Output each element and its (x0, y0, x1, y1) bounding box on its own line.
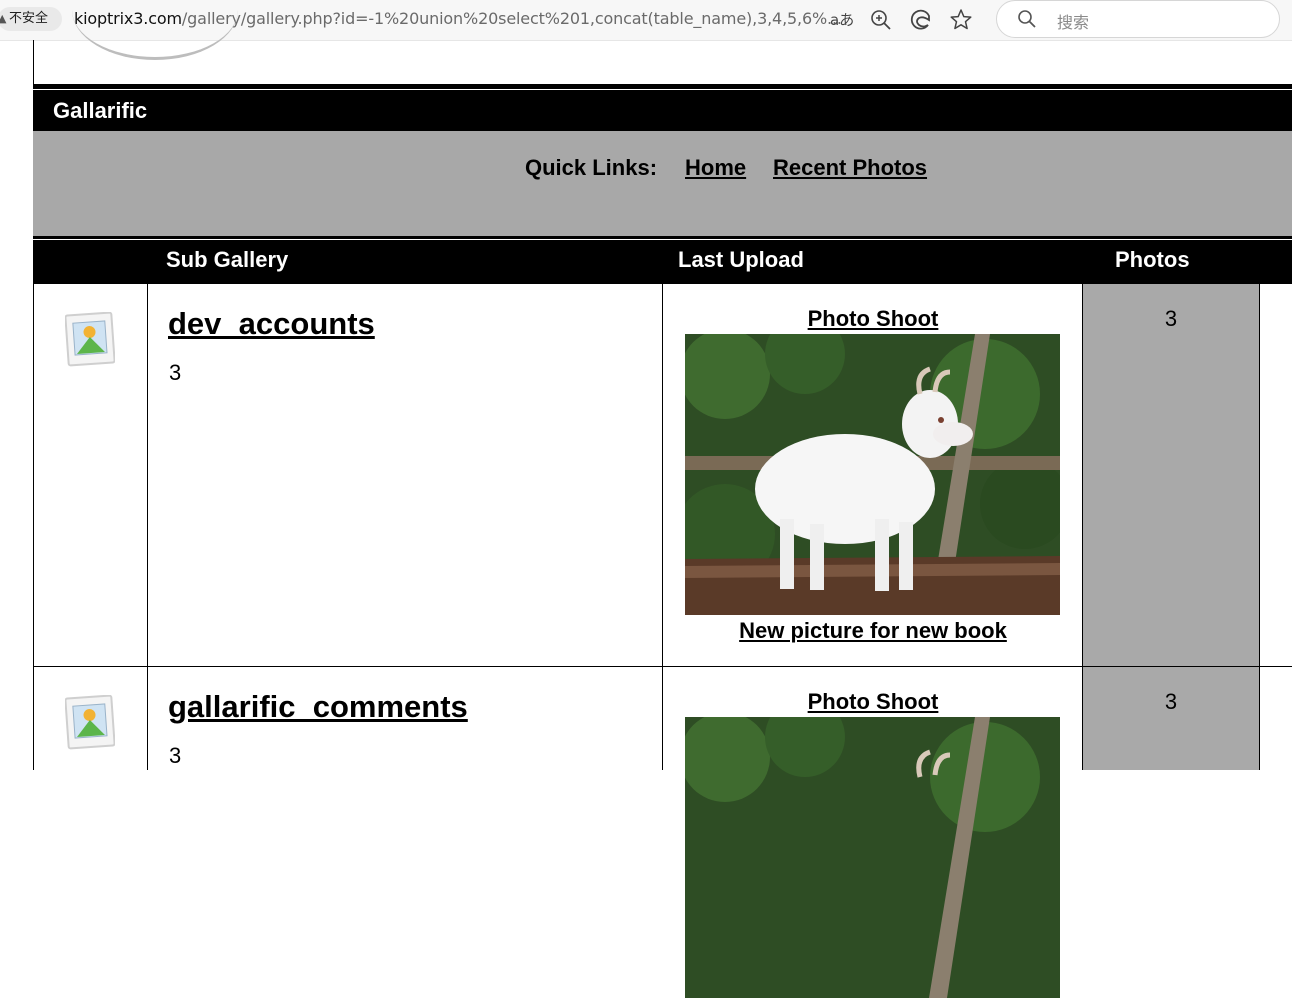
photos-count-cell: 3 (1082, 284, 1260, 666)
table-row: gallarific_comments 3 Photo Shoot 3 (33, 667, 1292, 998)
warning-icon: ▲ (0, 12, 7, 25)
search-box[interactable]: 搜索 (996, 0, 1280, 38)
edge-copilot-icon[interactable] (908, 7, 934, 33)
page-border (33, 40, 34, 84)
site-title: Gallarific (53, 98, 148, 123)
favorite-star-icon[interactable] (948, 7, 974, 33)
recent-photos-link[interactable]: Recent Photos (773, 155, 927, 181)
search-placeholder: 搜索 (1057, 13, 1090, 32)
gallery-name-link[interactable]: dev_accounts (168, 306, 375, 342)
last-upload-cell: Photo Shoot (662, 284, 1083, 666)
table-header: Sub Gallery Last Upload Photos (33, 236, 1292, 284)
table-row: dev_accounts 3 Photo Shoot New picture f… (33, 284, 1292, 667)
goat-photo[interactable] (685, 334, 1060, 615)
security-indicator[interactable]: ▲ 不安全 (0, 7, 62, 31)
zoom-icon[interactable] (868, 7, 894, 33)
gallery-thumbnail-icon[interactable] (65, 312, 115, 368)
read-aloud-icon[interactable]: aあ (827, 7, 853, 33)
photos-count: 3 (1164, 689, 1178, 714)
quick-links-label: Quick Links: (525, 155, 658, 180)
album-link[interactable]: Photo Shoot (663, 689, 1083, 715)
security-label: 不安全 (9, 11, 49, 26)
search-icon (1018, 10, 1036, 28)
last-upload-cell: Photo Shoot (662, 667, 1083, 998)
gallery-name-cell: gallarific_comments 3 (147, 667, 663, 770)
photo-caption-link[interactable]: New picture for new book (663, 618, 1083, 644)
quick-links-bar: Quick Links: Home Recent Photos (33, 131, 1292, 236)
gallery-count: 3 (169, 360, 182, 385)
header-last-upload: Last Upload (678, 247, 804, 272)
gallery-name-cell: dev_accounts 3 (147, 284, 663, 666)
gallery-name-link[interactable]: gallarific_comments (168, 689, 468, 725)
header-sub-gallery: Sub Gallery (166, 247, 289, 272)
url-path: /gallery/gallery.php?id=-1%20union%20sel… (181, 9, 842, 28)
gallery-count: 3 (169, 743, 182, 768)
site-title-bar: Gallarific (33, 84, 1292, 131)
album-link[interactable]: Photo Shoot (663, 306, 1083, 332)
photos-count: 3 (1164, 306, 1178, 331)
home-link[interactable]: Home (685, 155, 746, 181)
gallery-icon-cell (33, 284, 148, 666)
photos-count-cell: 3 (1082, 667, 1260, 770)
site-logo (72, 0, 238, 60)
svg-text:aあ: aあ (830, 11, 853, 29)
gallery-thumbnail-icon[interactable] (65, 695, 115, 751)
gallery-icon-cell (33, 667, 148, 770)
header-photos: Photos (1115, 247, 1190, 272)
goat-photo[interactable] (685, 717, 1060, 998)
